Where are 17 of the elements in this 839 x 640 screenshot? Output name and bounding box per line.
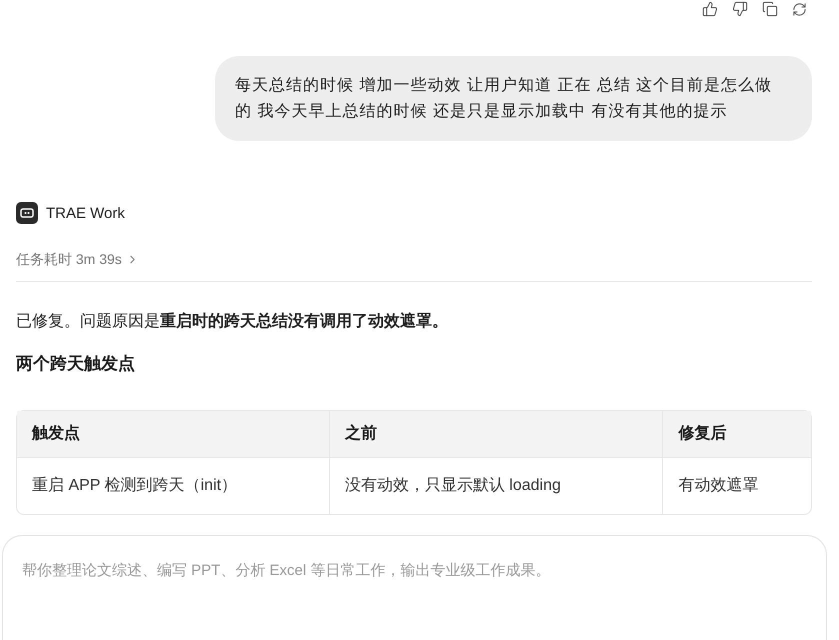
user-message-bubble: 每天总结的时候 增加一些动效 让用户知道 正在 总结 这个目前是怎么做的 我今天早上总结的时候 还是只是显示加载中 有没有其他的提示 bbox=[215, 56, 812, 141]
table-cell: 重启 APP 检测到跨天（init） bbox=[17, 458, 330, 514]
refresh-icon[interactable] bbox=[792, 2, 807, 16]
column-header: 修复后 bbox=[663, 411, 811, 458]
column-header: 触发点 bbox=[17, 411, 330, 458]
table-cell-text: 有动效遮罩 bbox=[677, 476, 760, 496]
section-heading: 两个跨天触发点 bbox=[16, 353, 136, 375]
copy-icon[interactable] bbox=[762, 1, 778, 17]
answer-paragraph: 已修复。问题原因是重启时的跨天总结没有调用了动效遮罩。 bbox=[16, 311, 449, 332]
column-header: 之前 bbox=[330, 411, 664, 458]
thumbs-down-icon[interactable] bbox=[732, 1, 748, 17]
table-cell: 没有动效，只显示默认 loading bbox=[330, 458, 664, 514]
task-duration[interactable]: 任务耗时 3m 39s bbox=[16, 249, 122, 269]
message-input[interactable]: 帮你整理论文综述、编写 PPT、分析 Excel 等日常工作，输出专业级工作成果。 bbox=[2, 535, 827, 640]
app-logo-icon bbox=[16, 202, 38, 224]
agent-name: TRAE Work bbox=[46, 204, 125, 222]
thumbs-up-icon[interactable] bbox=[702, 1, 718, 17]
